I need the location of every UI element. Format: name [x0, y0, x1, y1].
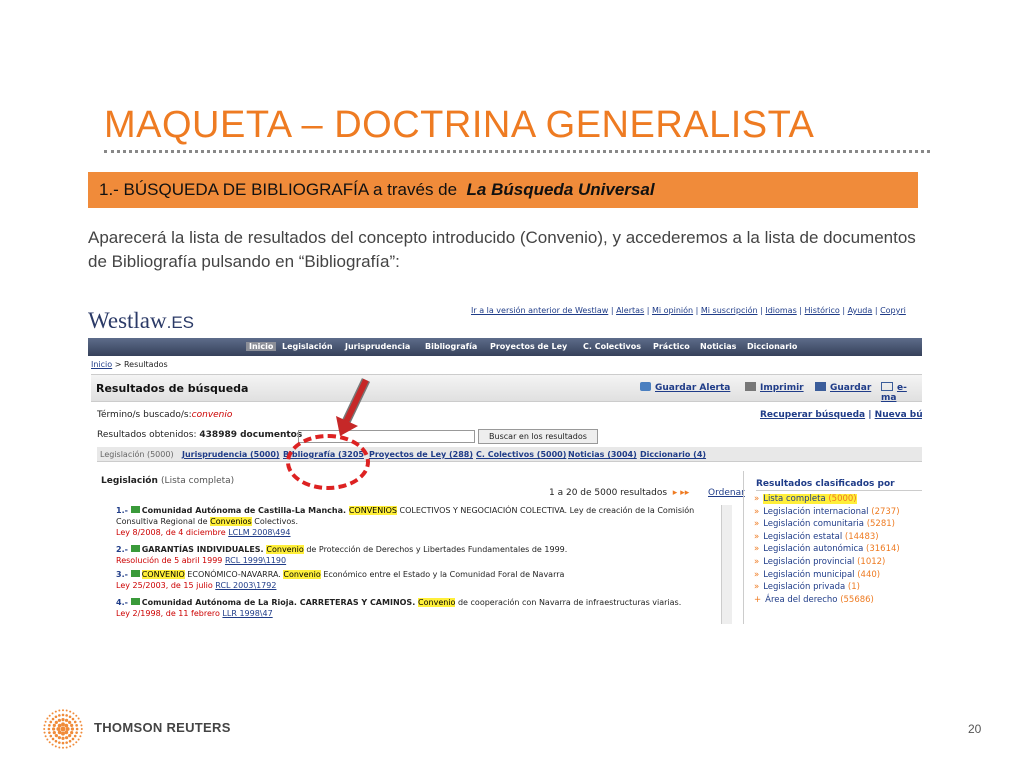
westlaw-screenshot: Westlaw.ES Ir a la versión anterior de W… — [88, 298, 922, 624]
breadcrumb-home-link[interactable]: Inicio — [91, 360, 112, 369]
side-filter-item[interactable]: » Legislación estatal (14483) — [754, 531, 900, 544]
search-term: Término/s buscado/s:convenio — [97, 410, 233, 420]
nav-item[interactable]: Proyectos de Ley — [490, 342, 567, 351]
flag-icon — [130, 545, 140, 552]
results-list: 1.- Comunidad Autónoma de Castilla-La Ma… — [116, 505, 732, 624]
result-tabs: Legislación (5000) Jurisprudencia (5000) B… — [97, 447, 922, 462]
side-filter-item[interactable]: » Legislación internacional (2737) — [754, 506, 900, 519]
tab[interactable]: Noticias (3004) — [568, 450, 637, 459]
tab[interactable]: Proyectos de Ley (288) — [369, 450, 473, 459]
citation-link[interactable]: LLR 1998\47 — [222, 609, 272, 618]
intro-text: Aparecerá la lista de resultados del con… — [88, 228, 916, 271]
result-item[interactable]: 1.- Comunidad Autónoma de Castilla-La Ma… — [116, 505, 716, 538]
highlight-ring — [286, 434, 370, 490]
flag-icon — [130, 570, 140, 577]
page-number: 20 — [968, 722, 982, 736]
envelope-icon — [881, 382, 893, 391]
side-filter-item[interactable]: » Legislación privada (1) — [754, 581, 900, 594]
top-link[interactable]: Copyri — [880, 306, 906, 315]
side-filter-item[interactable]: » Legislación municipal (440) — [754, 569, 900, 582]
disk-icon — [815, 382, 826, 391]
citation-link[interactable]: LCLM 2008\494 — [228, 528, 290, 537]
top-link[interactable]: Idiomas — [765, 306, 796, 315]
result-item[interactable]: 2.- GARANTÍAS INDIVIDUALES. Convenio de … — [116, 544, 716, 566]
recover-search-link[interactable]: Recuperar búsqueda — [760, 410, 865, 420]
top-link[interactable]: Mi opinión — [652, 306, 693, 315]
pointer-arrow-icon — [336, 378, 371, 436]
title-divider — [104, 150, 930, 153]
westlaw-logo: Westlaw.ES — [88, 308, 195, 333]
email-button[interactable]: e-ma — [881, 382, 922, 403]
last-page-icon[interactable]: ▸▸ — [680, 488, 689, 498]
side-filter-item[interactable]: » Lista completa (5000) — [754, 493, 900, 506]
results-count: Resultados obtenidos: 438989 documentos — [97, 430, 303, 440]
top-links: Ir a la versión anterior de Westlaw | Al… — [471, 306, 906, 315]
list-heading: Legislación (Lista completa) — [101, 476, 235, 486]
nav-item[interactable]: Noticias — [700, 342, 736, 351]
result-item[interactable]: 4.- Comunidad Autónoma de La Rioja. CARR… — [116, 597, 716, 619]
recover-links: Recuperar búsqueda | Nueva búsq — [760, 410, 922, 420]
results-header: Resultados de búsqueda Guardar Alerta Im… — [91, 374, 922, 403]
side-filter-item[interactable]: + Área del derecho (55686) — [754, 594, 900, 607]
side-title: Resultados clasificados por — [756, 479, 895, 489]
range-indicator: 1 a 20 de 5000 resultados ▸ ▸▸ — [549, 488, 690, 498]
side-filter-item[interactable]: » Legislación comunitaria (5281) — [754, 518, 900, 531]
nav-item[interactable]: Práctico — [653, 342, 690, 351]
save-alert-button[interactable]: Guardar Alerta — [640, 382, 730, 393]
results-scrollbar[interactable] — [721, 505, 732, 624]
nav-item[interactable]: C. Colectivos — [583, 342, 641, 351]
print-button[interactable]: Imprimir — [745, 382, 804, 393]
breadcrumb: Inicio > Resultados — [91, 360, 168, 369]
top-link[interactable]: Ir a la versión anterior de Westlaw — [471, 306, 608, 315]
top-link[interactable]: Histórico — [805, 306, 840, 315]
side-filter-item[interactable]: » Legislación provincial (1012) — [754, 556, 900, 569]
nav-item[interactable]: Inicio — [246, 342, 277, 351]
thomson-reuters-logo-icon — [43, 709, 83, 749]
save-button[interactable]: Guardar — [815, 382, 871, 393]
tab[interactable]: Diccionario (4) — [640, 450, 706, 459]
classified-results-panel: Resultados clasificados por » Lista compl… — [743, 471, 922, 624]
flag-icon — [130, 598, 140, 605]
flag-icon — [130, 506, 140, 513]
printer-icon — [745, 382, 756, 391]
tab[interactable]: C. Colectivos (5000) — [476, 450, 566, 459]
top-link[interactable]: Alertas — [616, 306, 644, 315]
tab[interactable]: Legislación (5000) — [100, 450, 174, 459]
top-link[interactable]: Ayuda — [848, 306, 873, 315]
top-link[interactable]: Mi suscripción — [701, 306, 758, 315]
section-bar: 1.- BÚSQUEDA DE BIBLIOGRAFÍA a través de… — [88, 172, 918, 208]
search-term-value: convenio — [191, 410, 233, 420]
citation-link[interactable]: RCL 1999\1190 — [225, 556, 286, 565]
nav-item[interactable]: Diccionario — [747, 342, 797, 351]
order-link[interactable]: Ordenar — [708, 488, 745, 498]
tab[interactable]: Jurisprudencia (5000) — [182, 450, 280, 459]
side-filter-item[interactable]: » Legislación autonómica (31614) — [754, 543, 900, 556]
alert-icon — [640, 382, 651, 391]
results-title: Resultados de búsqueda — [96, 382, 249, 395]
nav-item[interactable]: Legislación — [282, 342, 333, 351]
footer-brand: THOMSON REUTERS — [94, 720, 231, 735]
search-within-button[interactable]: Buscar en los resultados — [478, 429, 598, 444]
new-search-link[interactable]: Nueva búsq — [875, 410, 922, 420]
section-prefix: 1.- BÚSQUEDA DE BIBLIOGRAFÍA a través de — [99, 180, 458, 199]
citation-link[interactable]: RCL 2003\1792 — [215, 581, 276, 590]
nav-item[interactable]: Jurisprudencia — [345, 342, 410, 351]
slide-title: MAQUETA – DOCTRINA GENERALISTA — [104, 104, 815, 146]
result-item[interactable]: 3.- CONVENIO ECONÓMICO-NAVARRA. Convenio… — [116, 569, 716, 591]
nav-item[interactable]: Bibliografía — [425, 342, 477, 351]
next-page-icon[interactable]: ▸ — [673, 488, 678, 498]
section-emphasis: La Búsqueda Universal — [466, 180, 655, 199]
main-nav: Inicio Legislación Jurisprudencia Bibliogra… — [88, 338, 922, 356]
